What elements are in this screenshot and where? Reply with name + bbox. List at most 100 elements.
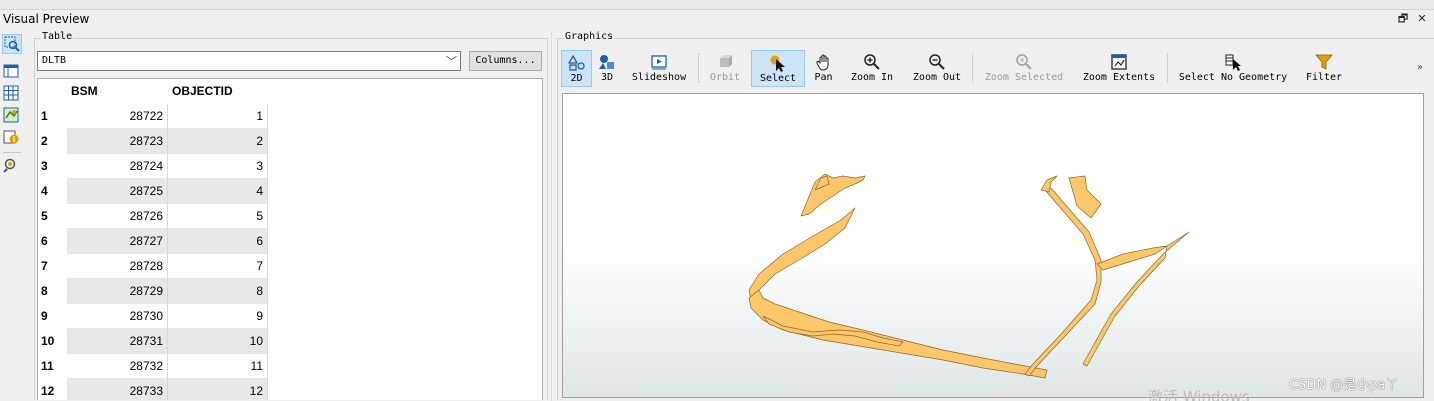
cell-objectid[interactable]: 1 bbox=[168, 104, 268, 129]
select-no-geometry-icon bbox=[1224, 53, 1242, 71]
strip-divider bbox=[3, 152, 21, 153]
tool-label: Select No Geometry bbox=[1178, 72, 1288, 83]
tool-label: Pan bbox=[814, 72, 833, 83]
tool-slideshow-button[interactable]: Slideshow bbox=[624, 50, 694, 87]
cell-bsm[interactable]: 28733 bbox=[67, 379, 168, 400]
map-view-icon[interactable] bbox=[2, 106, 22, 126]
cell-objectid[interactable]: 2 bbox=[168, 129, 268, 154]
row-number[interactable]: 6 bbox=[38, 229, 67, 254]
tool-pan-button[interactable]: Pan bbox=[809, 50, 838, 87]
map-parcel[interactable] bbox=[800, 173, 866, 217]
map-parcel[interactable] bbox=[1068, 175, 1102, 219]
cell-objectid[interactable]: 4 bbox=[168, 179, 268, 204]
cell-bsm[interactable]: 28728 bbox=[67, 254, 168, 279]
table-row[interactable]: 4 28725 4 bbox=[38, 179, 268, 204]
columns-button[interactable]: Columns... bbox=[469, 51, 542, 71]
slideshow-icon bbox=[650, 53, 668, 71]
table-row[interactable]: 10 28731 10 bbox=[38, 329, 268, 354]
cell-bsm[interactable]: 28732 bbox=[67, 354, 168, 379]
map-parcel[interactable] bbox=[748, 289, 1048, 379]
table-group-label: Table bbox=[41, 31, 74, 42]
tool-3d-button[interactable]: 3D bbox=[594, 50, 620, 87]
tool-zoom-extents-button[interactable]: Zoom Extents bbox=[1076, 50, 1162, 87]
table-view-icon[interactable] bbox=[2, 62, 22, 82]
cell-objectid[interactable]: 8 bbox=[168, 279, 268, 304]
tool-label: Slideshow bbox=[631, 72, 687, 83]
row-number[interactable]: 4 bbox=[38, 179, 67, 204]
table-row[interactable]: 11 28732 11 bbox=[38, 354, 268, 379]
row-number[interactable]: 3 bbox=[38, 154, 67, 179]
zoom-in-icon bbox=[863, 53, 881, 71]
row-number[interactable]: 2 bbox=[38, 129, 67, 154]
cell-objectid[interactable]: 3 bbox=[168, 154, 268, 179]
filter-funnel-icon bbox=[1315, 53, 1333, 71]
grid-view-icon[interactable] bbox=[2, 84, 22, 104]
row-number[interactable]: 5 bbox=[38, 204, 67, 229]
row-number[interactable]: 9 bbox=[38, 304, 67, 329]
table-row[interactable]: 12 28733 12 bbox=[38, 379, 268, 400]
layer-select-value: DLTB bbox=[42, 55, 67, 66]
row-number[interactable]: 10 bbox=[38, 329, 67, 354]
row-number[interactable]: 7 bbox=[38, 254, 67, 279]
toolbar-overflow-icon[interactable]: » bbox=[1417, 62, 1423, 73]
cell-bsm[interactable]: 28729 bbox=[67, 279, 168, 304]
layer-select[interactable]: DLTB ﹀ bbox=[37, 51, 461, 71]
tool-label: Zoom Extents bbox=[1082, 72, 1156, 83]
map-parcel[interactable] bbox=[748, 207, 856, 301]
3d-shapes-icon bbox=[598, 53, 616, 71]
identify-icon[interactable] bbox=[2, 156, 22, 176]
table-row[interactable]: 3 28724 3 bbox=[38, 154, 268, 179]
table-row[interactable]: 2 28723 2 bbox=[38, 129, 268, 154]
toolbar-separator bbox=[972, 53, 973, 83]
tool-zoom-out-button[interactable]: Zoom Out bbox=[906, 50, 968, 87]
tool-zoom-selected-button[interactable]: Zoom Selected bbox=[980, 50, 1068, 87]
preview-graphics-icon[interactable] bbox=[2, 34, 22, 54]
row-number[interactable]: 1 bbox=[38, 104, 67, 129]
info-icon[interactable] bbox=[2, 128, 22, 148]
tool-select-button[interactable]: Select bbox=[751, 50, 805, 87]
cell-objectid[interactable]: 7 bbox=[168, 254, 268, 279]
cell-bsm[interactable]: 28731 bbox=[67, 329, 168, 354]
cell-bsm[interactable]: 28722 bbox=[67, 104, 168, 129]
feature-layer-dltb bbox=[748, 173, 1190, 379]
row-number[interactable]: 8 bbox=[38, 279, 67, 304]
tool-2d-button[interactable]: 2D bbox=[561, 50, 592, 87]
panel-splitter[interactable] bbox=[551, 31, 555, 401]
tool-label: Zoom Out bbox=[912, 72, 962, 83]
table-row[interactable]: 1 28722 1 bbox=[38, 104, 268, 129]
cell-bsm[interactable]: 28727 bbox=[67, 229, 168, 254]
tool-zoom-in-button[interactable]: Zoom In bbox=[844, 50, 900, 87]
table-row[interactable]: 9 28730 9 bbox=[38, 304, 268, 329]
tool-select-no-geometry-button[interactable]: Select No Geometry bbox=[1172, 50, 1294, 87]
cell-objectid[interactable]: 11 bbox=[168, 354, 268, 379]
cell-bsm[interactable]: 28725 bbox=[67, 179, 168, 204]
graphics-canvas[interactable] bbox=[562, 93, 1424, 398]
row-number[interactable]: 12 bbox=[38, 379, 67, 400]
table-row[interactable]: 5 28726 5 bbox=[38, 204, 268, 229]
table-row[interactable]: 7 28728 7 bbox=[38, 254, 268, 279]
cell-objectid[interactable]: 5 bbox=[168, 204, 268, 229]
cell-bsm[interactable]: 28730 bbox=[67, 304, 168, 329]
zoom-extents-icon bbox=[1110, 53, 1128, 71]
top-edge bbox=[0, 0, 1434, 10]
cell-objectid[interactable]: 12 bbox=[168, 379, 268, 400]
column-header-bsm[interactable]: BSM bbox=[71, 79, 98, 104]
cell-objectid[interactable]: 10 bbox=[168, 329, 268, 354]
pan-hand-icon bbox=[815, 53, 833, 71]
cell-bsm[interactable]: 28723 bbox=[67, 129, 168, 154]
graphics-group-label: Graphics bbox=[564, 31, 615, 42]
map-parcel[interactable] bbox=[1040, 175, 1058, 193]
table-row[interactable]: 8 28729 8 bbox=[38, 279, 268, 304]
table-row[interactable]: 6 28727 6 bbox=[38, 229, 268, 254]
close-panel-button[interactable]: ✕ bbox=[1415, 12, 1429, 26]
restore-window-button[interactable]: 🗗 bbox=[1396, 12, 1410, 26]
column-header-objectid[interactable]: OBJECTID bbox=[172, 79, 233, 104]
row-number[interactable]: 11 bbox=[38, 354, 67, 379]
cell-bsm[interactable]: 28724 bbox=[67, 154, 168, 179]
orbit-icon bbox=[716, 53, 734, 71]
tool-filter-button[interactable]: Filter bbox=[1299, 50, 1349, 87]
tool-orbit-button[interactable]: Orbit bbox=[704, 50, 746, 87]
cell-objectid[interactable]: 6 bbox=[168, 229, 268, 254]
cell-bsm[interactable]: 28726 bbox=[67, 204, 168, 229]
cell-objectid[interactable]: 9 bbox=[168, 304, 268, 329]
